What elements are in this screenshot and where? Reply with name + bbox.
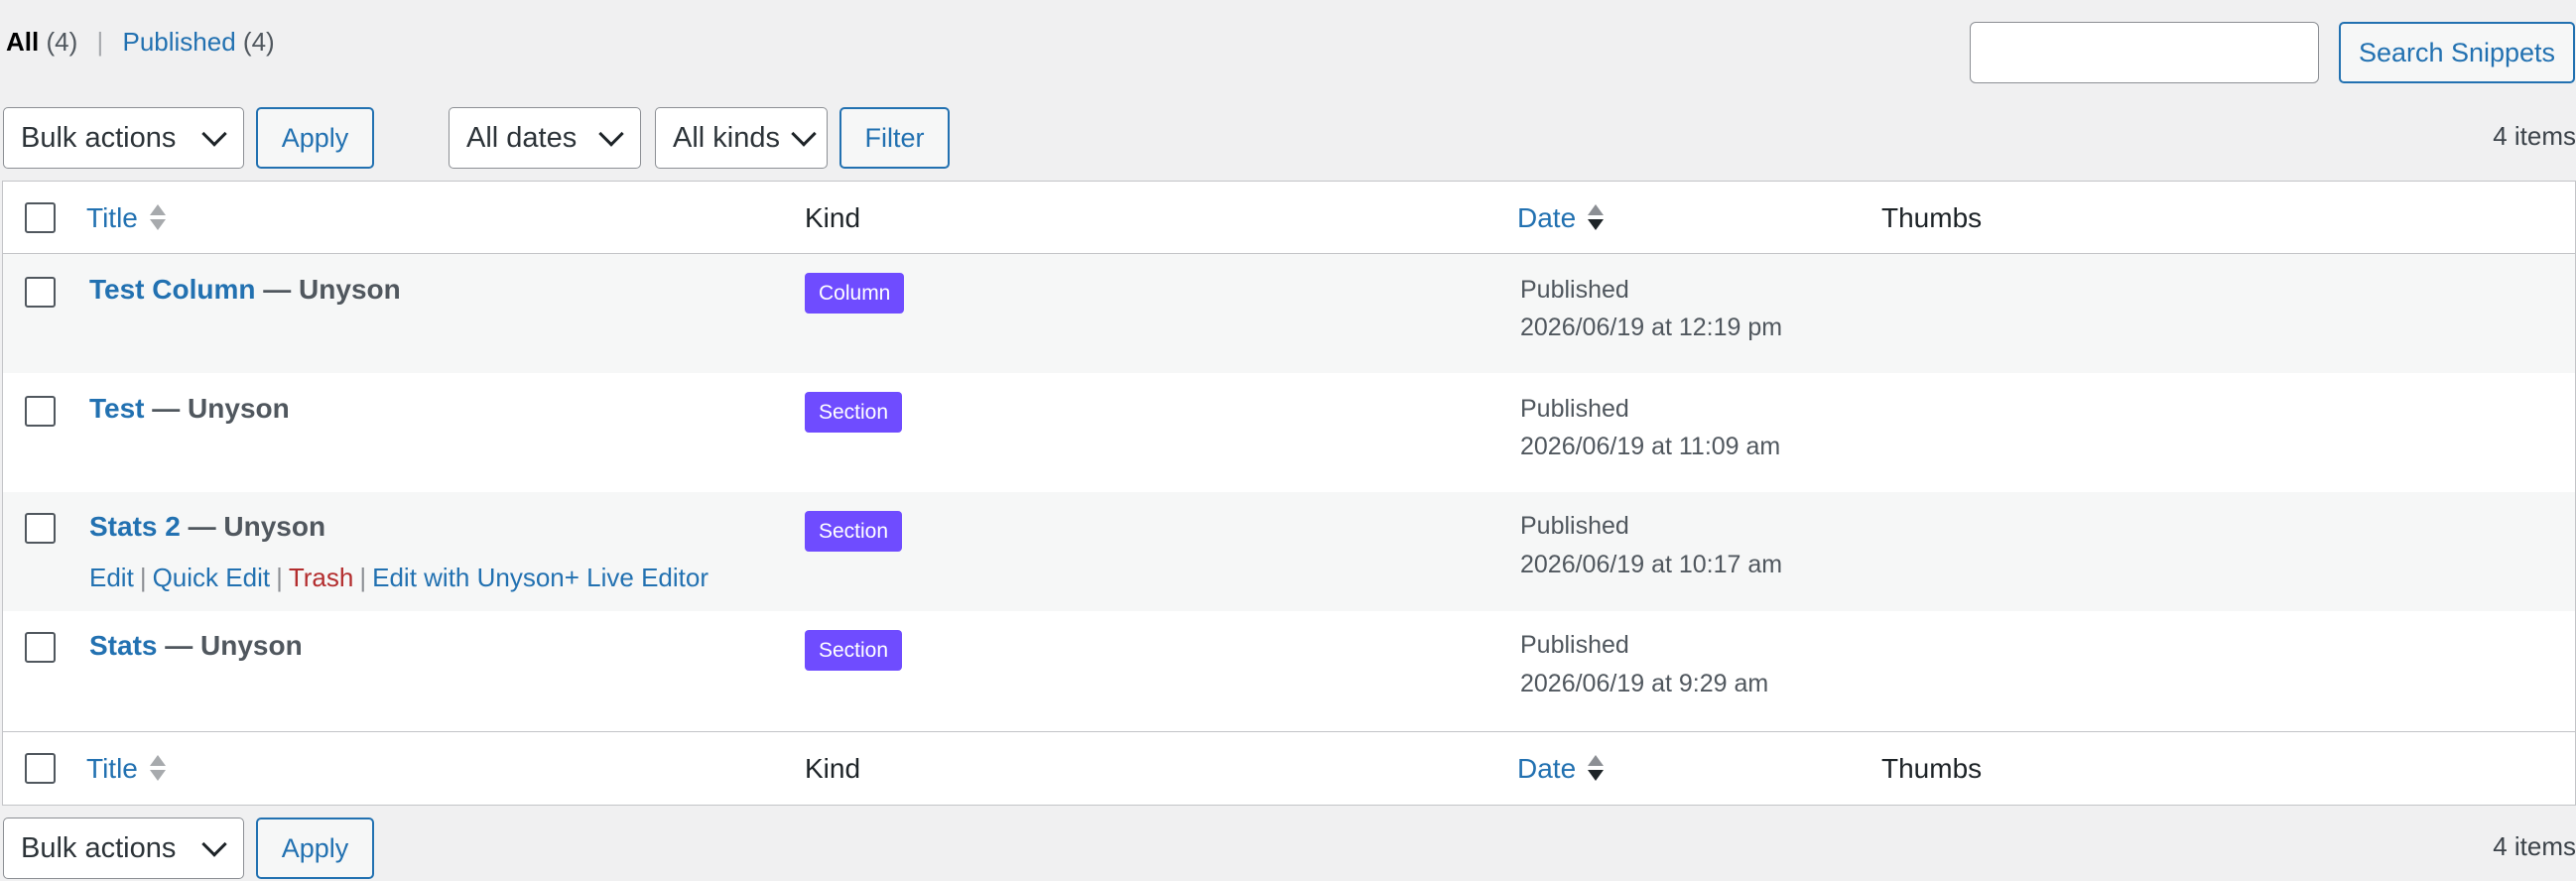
quick-edit-link[interactable]: Quick Edit	[153, 563, 271, 592]
column-kind-label: Kind	[805, 201, 861, 233]
status-views: All (4) | Published (4)	[6, 24, 275, 60]
trash-link[interactable]: Trash	[289, 563, 354, 592]
row-checkbox[interactable]	[25, 632, 56, 663]
view-published-label: Published	[122, 27, 236, 57]
items-count-bottom: 4 items	[2493, 831, 2576, 861]
row-date: 2026/06/19 at 9:29 am	[1520, 670, 1769, 697]
row-date: 2026/06/19 at 12:19 pm	[1520, 314, 1783, 341]
view-all-link[interactable]: All	[6, 27, 39, 57]
row-status: Published	[1520, 276, 1629, 304]
kind-badge: Column	[805, 273, 905, 314]
sort-icon	[149, 754, 168, 784]
table-row: Test — Unyson Section Published 2026/06/…	[3, 373, 2575, 492]
chevron-down-icon	[598, 121, 624, 147]
bulk-actions-value: Bulk actions	[21, 121, 177, 154]
view-separator: |	[96, 27, 104, 57]
kind-badge: Section	[805, 511, 903, 552]
action-separator: |	[139, 563, 147, 592]
column-title-label: Title	[86, 201, 138, 233]
dates-filter-value: All dates	[466, 121, 578, 154]
row-title-suffix: — Unyson	[188, 511, 326, 542]
row-actions: Edit | Quick Edit | Trash | Edit with Unyson+ …	[89, 563, 708, 593]
action-separator: |	[276, 563, 283, 592]
kinds-filter-select[interactable]: All kinds	[655, 107, 828, 169]
dates-filter-select[interactable]: All dates	[449, 107, 641, 169]
row-title: Stats 2 — Unyson	[89, 511, 325, 543]
edit-link[interactable]: Edit	[89, 563, 134, 592]
snippets-table: Title Kind Date Thumbs Test Column — Uny…	[2, 181, 2576, 806]
table-row: Stats 2 — Unyson Edit | Quick Edit | Trash | E…	[3, 492, 2575, 611]
row-title: Test Column — Unyson	[89, 274, 401, 306]
select-all-checkbox-footer[interactable]	[25, 753, 56, 784]
column-date-sort[interactable]: Date	[1517, 182, 1606, 254]
row-title-suffix: — Unyson	[263, 274, 401, 305]
row-checkbox[interactable]	[25, 513, 56, 544]
row-status: Published	[1520, 512, 1629, 540]
row-title-suffix: — Unyson	[165, 630, 303, 661]
live-editor-link[interactable]: Edit with Unyson+ Live Editor	[372, 563, 708, 592]
row-status: Published	[1520, 395, 1629, 423]
row-title-suffix: — Unyson	[152, 393, 290, 424]
action-separator: |	[359, 563, 367, 592]
items-count-top: 4 items	[2493, 121, 2576, 151]
search-snippets-button[interactable]: Search Snippets	[2339, 22, 2575, 83]
column-thumbs-label: Thumbs	[1881, 201, 1983, 233]
kind-badge: Section	[805, 392, 903, 433]
row-checkbox[interactable]	[25, 277, 56, 308]
kinds-filter-value: All kinds	[673, 121, 780, 154]
row-title-link[interactable]: Stats 2	[89, 511, 181, 542]
view-published-count: (4)	[242, 27, 275, 57]
apply-button-bottom[interactable]: Apply	[256, 818, 374, 879]
chevron-down-icon	[201, 831, 227, 857]
column-date-label: Date	[1517, 201, 1577, 233]
bulk-actions-select-bottom[interactable]: Bulk actions	[3, 818, 244, 879]
search-input[interactable]	[1970, 22, 2319, 83]
row-status: Published	[1520, 631, 1629, 659]
chevron-down-icon	[791, 121, 817, 147]
column-kind-label: Kind	[805, 752, 861, 784]
select-all-checkbox[interactable]	[25, 202, 56, 233]
column-date-label: Date	[1517, 752, 1577, 784]
row-date: 2026/06/19 at 10:17 am	[1520, 551, 1783, 578]
filter-button[interactable]: Filter	[839, 107, 950, 169]
column-title-sort[interactable]: Title	[86, 182, 168, 254]
row-checkbox[interactable]	[25, 396, 56, 427]
sort-icon	[149, 203, 168, 233]
row-title-link[interactable]: Stats	[89, 630, 157, 661]
sort-desc-icon	[1588, 203, 1606, 233]
row-title: Test — Unyson	[89, 393, 290, 425]
column-title-sort-footer[interactable]: Title	[86, 732, 168, 805]
kind-badge: Section	[805, 630, 903, 671]
row-title: Stats — Unyson	[89, 630, 303, 662]
chevron-down-icon	[201, 121, 227, 147]
sort-desc-icon	[1588, 754, 1606, 784]
table-row: Stats — Unyson Section Published 2026/06…	[3, 611, 2575, 731]
apply-button[interactable]: Apply	[256, 107, 374, 169]
column-thumbs-label: Thumbs	[1881, 752, 1983, 784]
bulk-actions-select[interactable]: Bulk actions	[3, 107, 244, 169]
table-row: Test Column — Unyson Column Published 20…	[3, 254, 2575, 373]
row-date: 2026/06/19 at 11:09 am	[1520, 433, 1781, 460]
view-all-count: (4)	[46, 27, 78, 57]
view-published-link[interactable]: Published (4)	[122, 27, 274, 57]
row-title-link[interactable]: Test	[89, 393, 145, 424]
bulk-actions-value: Bulk actions	[21, 831, 177, 864]
row-title-link[interactable]: Test Column	[89, 274, 255, 305]
table-header: Title Kind Date Thumbs	[3, 182, 2575, 254]
column-title-label: Title	[86, 752, 138, 784]
column-date-sort-footer[interactable]: Date	[1517, 732, 1606, 805]
table-footer: Title Kind Date Thumbs	[3, 731, 2575, 804]
